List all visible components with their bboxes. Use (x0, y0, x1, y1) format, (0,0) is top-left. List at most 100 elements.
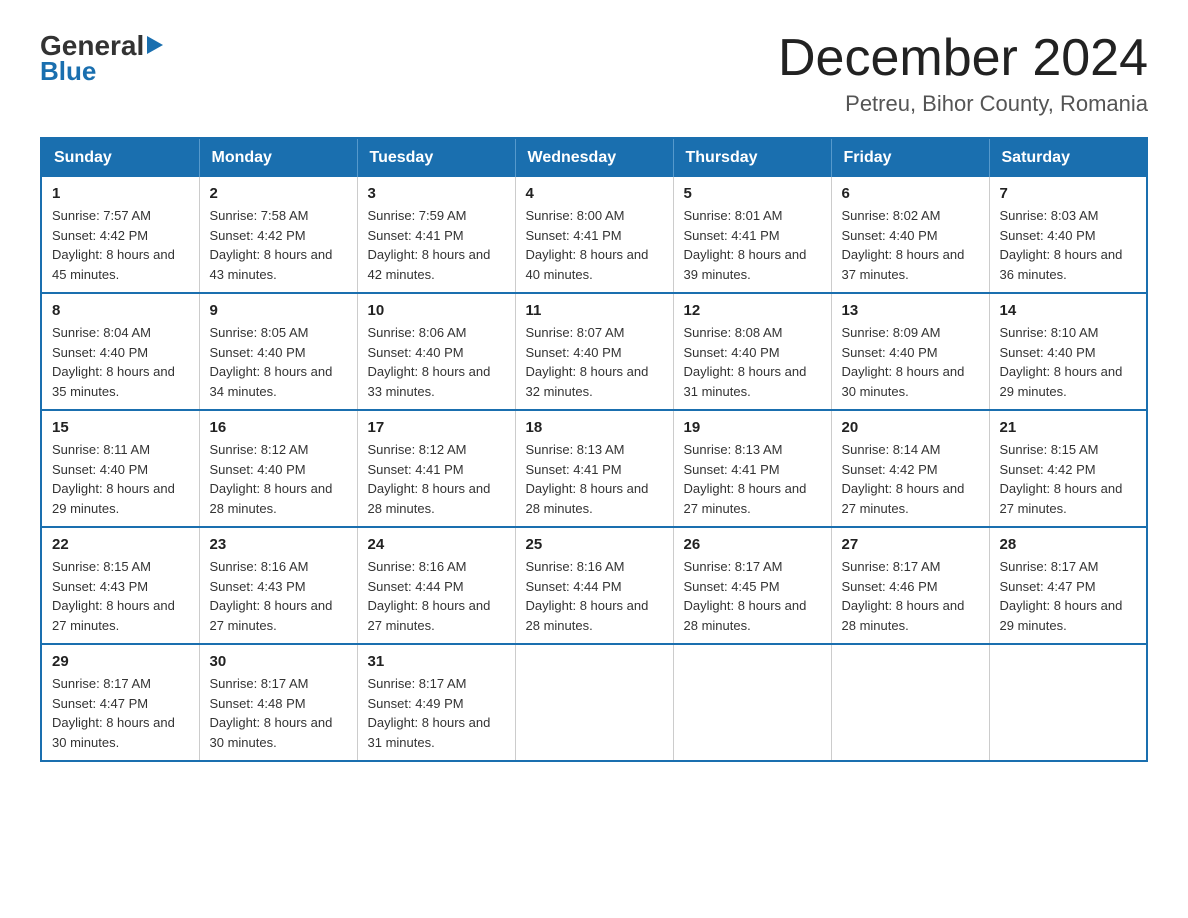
day-info: Sunrise: 8:16 AMSunset: 4:44 PMDaylight:… (526, 559, 649, 633)
day-info: Sunrise: 8:17 AMSunset: 4:49 PMDaylight:… (368, 676, 491, 750)
day-info: Sunrise: 8:17 AMSunset: 4:45 PMDaylight:… (684, 559, 807, 633)
column-header-monday: Monday (199, 138, 357, 177)
day-number: 17 (368, 419, 505, 436)
day-info: Sunrise: 8:15 AMSunset: 4:42 PMDaylight:… (1000, 442, 1123, 516)
day-number: 6 (842, 185, 979, 202)
day-info: Sunrise: 8:04 AMSunset: 4:40 PMDaylight:… (52, 325, 175, 399)
column-header-wednesday: Wednesday (515, 138, 673, 177)
day-info: Sunrise: 8:05 AMSunset: 4:40 PMDaylight:… (210, 325, 333, 399)
day-info: Sunrise: 8:12 AMSunset: 4:41 PMDaylight:… (368, 442, 491, 516)
day-number: 2 (210, 185, 347, 202)
calendar-cell: 14 Sunrise: 8:10 AMSunset: 4:40 PMDaylig… (989, 293, 1147, 410)
calendar-cell: 22 Sunrise: 8:15 AMSunset: 4:43 PMDaylig… (41, 527, 199, 644)
day-number: 11 (526, 302, 663, 319)
column-header-tuesday: Tuesday (357, 138, 515, 177)
calendar-cell (673, 644, 831, 761)
calendar-cell (831, 644, 989, 761)
day-info: Sunrise: 8:17 AMSunset: 4:47 PMDaylight:… (52, 676, 175, 750)
calendar-cell: 1 Sunrise: 7:57 AMSunset: 4:42 PMDayligh… (41, 177, 199, 293)
day-info: Sunrise: 8:07 AMSunset: 4:40 PMDaylight:… (526, 325, 649, 399)
calendar-cell: 25 Sunrise: 8:16 AMSunset: 4:44 PMDaylig… (515, 527, 673, 644)
calendar-cell: 28 Sunrise: 8:17 AMSunset: 4:47 PMDaylig… (989, 527, 1147, 644)
day-number: 4 (526, 185, 663, 202)
calendar-cell: 13 Sunrise: 8:09 AMSunset: 4:40 PMDaylig… (831, 293, 989, 410)
logo-blue-text: Blue (40, 56, 163, 87)
column-header-friday: Friday (831, 138, 989, 177)
calendar-cell: 17 Sunrise: 8:12 AMSunset: 4:41 PMDaylig… (357, 410, 515, 527)
day-number: 10 (368, 302, 505, 319)
calendar-cell: 4 Sunrise: 8:00 AMSunset: 4:41 PMDayligh… (515, 177, 673, 293)
day-number: 22 (52, 536, 189, 553)
day-info: Sunrise: 8:17 AMSunset: 4:46 PMDaylight:… (842, 559, 965, 633)
column-header-sunday: Sunday (41, 138, 199, 177)
day-number: 20 (842, 419, 979, 436)
day-number: 25 (526, 536, 663, 553)
calendar-cell: 24 Sunrise: 8:16 AMSunset: 4:44 PMDaylig… (357, 527, 515, 644)
day-info: Sunrise: 8:12 AMSunset: 4:40 PMDaylight:… (210, 442, 333, 516)
day-number: 7 (1000, 185, 1137, 202)
day-info: Sunrise: 8:02 AMSunset: 4:40 PMDaylight:… (842, 208, 965, 282)
day-info: Sunrise: 8:15 AMSunset: 4:43 PMDaylight:… (52, 559, 175, 633)
calendar-week-row: 8 Sunrise: 8:04 AMSunset: 4:40 PMDayligh… (41, 293, 1147, 410)
day-info: Sunrise: 7:57 AMSunset: 4:42 PMDaylight:… (52, 208, 175, 282)
day-number: 8 (52, 302, 189, 319)
calendar-week-row: 15 Sunrise: 8:11 AMSunset: 4:40 PMDaylig… (41, 410, 1147, 527)
calendar-cell (515, 644, 673, 761)
calendar-table: SundayMondayTuesdayWednesdayThursdayFrid… (40, 137, 1148, 762)
calendar-cell: 8 Sunrise: 8:04 AMSunset: 4:40 PMDayligh… (41, 293, 199, 410)
day-number: 24 (368, 536, 505, 553)
day-info: Sunrise: 8:06 AMSunset: 4:40 PMDaylight:… (368, 325, 491, 399)
calendar-cell: 31 Sunrise: 8:17 AMSunset: 4:49 PMDaylig… (357, 644, 515, 761)
calendar-cell: 12 Sunrise: 8:08 AMSunset: 4:40 PMDaylig… (673, 293, 831, 410)
day-info: Sunrise: 8:17 AMSunset: 4:47 PMDaylight:… (1000, 559, 1123, 633)
calendar-header-row: SundayMondayTuesdayWednesdayThursdayFrid… (41, 138, 1147, 177)
calendar-cell: 6 Sunrise: 8:02 AMSunset: 4:40 PMDayligh… (831, 177, 989, 293)
day-number: 5 (684, 185, 821, 202)
title-area: December 2024 Petreu, Bihor County, Roma… (778, 30, 1148, 117)
calendar-cell: 15 Sunrise: 8:11 AMSunset: 4:40 PMDaylig… (41, 410, 199, 527)
day-number: 31 (368, 653, 505, 670)
day-number: 13 (842, 302, 979, 319)
day-number: 19 (684, 419, 821, 436)
day-info: Sunrise: 7:59 AMSunset: 4:41 PMDaylight:… (368, 208, 491, 282)
calendar-cell: 29 Sunrise: 8:17 AMSunset: 4:47 PMDaylig… (41, 644, 199, 761)
day-number: 12 (684, 302, 821, 319)
day-info: Sunrise: 8:10 AMSunset: 4:40 PMDaylight:… (1000, 325, 1123, 399)
day-info: Sunrise: 8:00 AMSunset: 4:41 PMDaylight:… (526, 208, 649, 282)
calendar-cell: 3 Sunrise: 7:59 AMSunset: 4:41 PMDayligh… (357, 177, 515, 293)
day-info: Sunrise: 8:17 AMSunset: 4:48 PMDaylight:… (210, 676, 333, 750)
day-number: 15 (52, 419, 189, 436)
column-header-thursday: Thursday (673, 138, 831, 177)
day-info: Sunrise: 8:14 AMSunset: 4:42 PMDaylight:… (842, 442, 965, 516)
calendar-week-row: 1 Sunrise: 7:57 AMSunset: 4:42 PMDayligh… (41, 177, 1147, 293)
calendar-cell: 2 Sunrise: 7:58 AMSunset: 4:42 PMDayligh… (199, 177, 357, 293)
calendar-cell: 30 Sunrise: 8:17 AMSunset: 4:48 PMDaylig… (199, 644, 357, 761)
page-header: General Blue December 2024 Petreu, Bihor… (40, 30, 1148, 117)
day-number: 9 (210, 302, 347, 319)
calendar-cell: 5 Sunrise: 8:01 AMSunset: 4:41 PMDayligh… (673, 177, 831, 293)
day-number: 23 (210, 536, 347, 553)
calendar-cell: 19 Sunrise: 8:13 AMSunset: 4:41 PMDaylig… (673, 410, 831, 527)
day-number: 27 (842, 536, 979, 553)
day-info: Sunrise: 8:16 AMSunset: 4:44 PMDaylight:… (368, 559, 491, 633)
calendar-cell: 20 Sunrise: 8:14 AMSunset: 4:42 PMDaylig… (831, 410, 989, 527)
day-number: 18 (526, 419, 663, 436)
day-number: 28 (1000, 536, 1137, 553)
calendar-cell: 11 Sunrise: 8:07 AMSunset: 4:40 PMDaylig… (515, 293, 673, 410)
day-number: 29 (52, 653, 189, 670)
calendar-cell: 23 Sunrise: 8:16 AMSunset: 4:43 PMDaylig… (199, 527, 357, 644)
day-number: 26 (684, 536, 821, 553)
column-header-saturday: Saturday (989, 138, 1147, 177)
calendar-cell: 9 Sunrise: 8:05 AMSunset: 4:40 PMDayligh… (199, 293, 357, 410)
day-info: Sunrise: 8:08 AMSunset: 4:40 PMDaylight:… (684, 325, 807, 399)
calendar-week-row: 22 Sunrise: 8:15 AMSunset: 4:43 PMDaylig… (41, 527, 1147, 644)
calendar-cell: 21 Sunrise: 8:15 AMSunset: 4:42 PMDaylig… (989, 410, 1147, 527)
day-number: 30 (210, 653, 347, 670)
calendar-cell: 18 Sunrise: 8:13 AMSunset: 4:41 PMDaylig… (515, 410, 673, 527)
page-subtitle: Petreu, Bihor County, Romania (778, 91, 1148, 117)
calendar-cell: 7 Sunrise: 8:03 AMSunset: 4:40 PMDayligh… (989, 177, 1147, 293)
day-info: Sunrise: 8:09 AMSunset: 4:40 PMDaylight:… (842, 325, 965, 399)
logo: General Blue (40, 30, 163, 87)
calendar-cell (989, 644, 1147, 761)
day-info: Sunrise: 8:13 AMSunset: 4:41 PMDaylight:… (526, 442, 649, 516)
